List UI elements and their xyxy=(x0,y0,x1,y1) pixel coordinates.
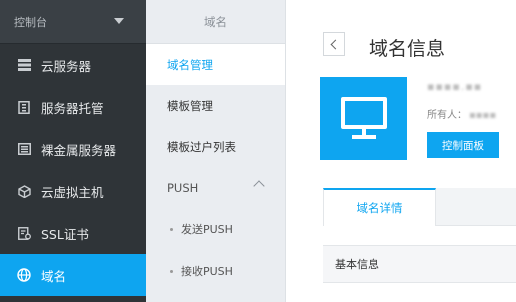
domain-submenu: 域名 域名管理 模板管理 模板过户列表 PUSH 发送PUSH 接收PUSH xyxy=(146,0,286,302)
owner-value: ▪▪▪▪ xyxy=(469,110,497,121)
main-sidebar: 控制台 云服务器 服务器托管 裸金属服务器 云虚拟主机 SSL证书 域名 xyxy=(0,0,146,302)
submenu-group-push[interactable]: PUSH xyxy=(146,167,285,208)
server-list-icon xyxy=(17,58,31,72)
page-title: 域名信息 xyxy=(369,38,446,60)
server-rack-icon xyxy=(17,100,31,114)
sidebar-item-label: 云虚拟主机 xyxy=(41,184,104,200)
tab-strip-filler xyxy=(436,188,516,225)
bullet-icon xyxy=(170,269,173,273)
cube-icon xyxy=(17,184,31,198)
submenu-item-template-transfer-list[interactable]: 模板过户列表 xyxy=(146,126,285,167)
submenu-item-send-push[interactable]: 发送PUSH xyxy=(146,208,285,250)
sidebar-item-domain[interactable]: 域名 xyxy=(0,254,146,296)
sidebar-item-label: 域名 xyxy=(41,268,67,284)
submenu-item-label: 接收PUSH xyxy=(181,265,233,278)
main-content: 域名信息 ▪▪▪▪.▪▪ 所有人： ▪▪▪▪ 控制面板 域名详情 基本信息 xyxy=(287,0,516,302)
sidebar-item-bare-metal[interactable]: 裸金属服务器 xyxy=(0,128,146,170)
console-dropdown[interactable]: 控制台 xyxy=(0,0,146,44)
caret-down-icon xyxy=(114,18,124,24)
sidebar-item-label: 服务器托管 xyxy=(41,100,104,116)
submenu-item-receive-push[interactable]: 接收PUSH xyxy=(146,250,285,292)
sidebar-item-server-hosting[interactable]: 服务器托管 xyxy=(0,86,146,128)
monitor-icon xyxy=(340,96,387,141)
chevron-left-icon xyxy=(330,39,341,49)
tab-domain-details[interactable]: 域名详情 xyxy=(323,188,436,226)
owner-label: 所有人： xyxy=(427,110,467,121)
chevron-up-icon xyxy=(253,180,265,192)
domain-name: ▪▪▪▪.▪▪ xyxy=(427,80,483,93)
sidebar-item-virtual-host[interactable]: 云虚拟主机 xyxy=(0,170,146,212)
sidebar-item-label: 裸金属服务器 xyxy=(41,142,117,158)
sidebar-item-ssl[interactable]: SSL证书 xyxy=(0,212,146,254)
sidebar-item-label: 云服务器 xyxy=(41,58,92,74)
detail-tabs: 域名详情 xyxy=(323,188,516,226)
submenu-item-template-management[interactable]: 模板管理 xyxy=(146,85,285,126)
submenu-item-domain-management[interactable]: 域名管理 xyxy=(146,44,285,85)
bullet-icon xyxy=(170,227,173,231)
submenu-group-label: PUSH xyxy=(167,180,199,195)
basic-info-header: 基本信息 xyxy=(323,245,516,283)
bare-metal-icon xyxy=(17,142,31,156)
certificate-icon xyxy=(17,226,31,240)
sidebar-item-cloud-server[interactable]: 云服务器 xyxy=(0,44,146,86)
back-button[interactable] xyxy=(323,32,345,56)
console-label: 控制台 xyxy=(14,15,47,29)
globe-icon xyxy=(17,268,31,282)
domain-thumbnail xyxy=(320,77,407,160)
control-panel-button[interactable]: 控制面板 xyxy=(427,132,499,158)
owner-row: 所有人： ▪▪▪▪ xyxy=(427,106,496,121)
sidebar-item-label: SSL证书 xyxy=(41,226,89,242)
submenu-title: 域名 xyxy=(146,0,285,44)
submenu-item-label: 发送PUSH xyxy=(181,223,233,236)
